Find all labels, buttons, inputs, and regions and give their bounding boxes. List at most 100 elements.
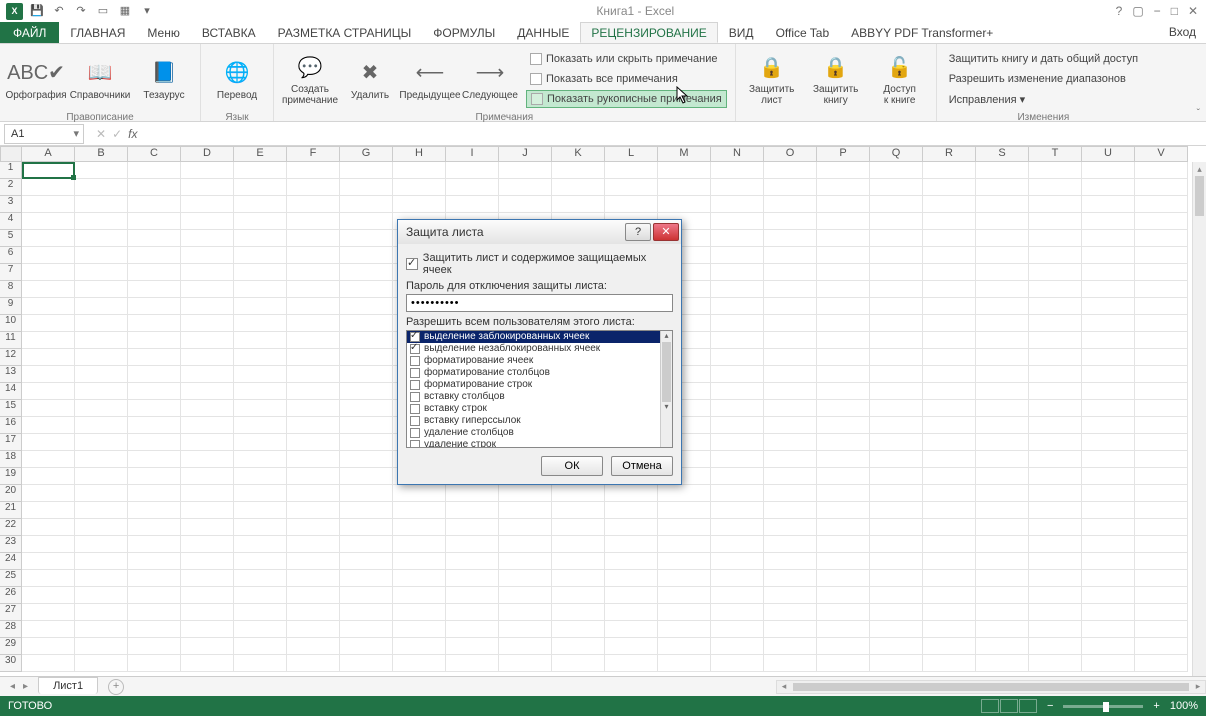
cell[interactable]: [658, 196, 711, 213]
cell[interactable]: [446, 196, 499, 213]
cell[interactable]: [976, 162, 1029, 179]
cell[interactable]: [923, 162, 976, 179]
cell[interactable]: [711, 570, 764, 587]
ribbon-toggle[interactable]: Показать или скрыть примечание: [526, 50, 727, 68]
row-header[interactable]: 19: [0, 468, 22, 485]
cell[interactable]: [1029, 570, 1082, 587]
login-link[interactable]: Вход: [1159, 22, 1206, 43]
cell[interactable]: [22, 162, 75, 179]
cell[interactable]: [22, 655, 75, 672]
scroll-left-icon[interactable]: ◂: [777, 681, 791, 693]
cell[interactable]: [870, 468, 923, 485]
cell[interactable]: [605, 655, 658, 672]
ribbon-toggle[interactable]: Показать рукописные примечания: [526, 90, 727, 108]
row-header[interactable]: 11: [0, 332, 22, 349]
cell[interactable]: [1135, 451, 1188, 468]
cell[interactable]: [870, 196, 923, 213]
cell[interactable]: [711, 621, 764, 638]
column-header[interactable]: A: [22, 146, 75, 162]
cell[interactable]: [1135, 298, 1188, 315]
zoom-in-icon[interactable]: +: [1153, 700, 1159, 712]
cell[interactable]: [658, 638, 711, 655]
cell[interactable]: [923, 536, 976, 553]
row-header[interactable]: 22: [0, 519, 22, 536]
ribbon-toggle[interactable]: Показать все примечания: [526, 70, 727, 88]
cell[interactable]: [499, 162, 552, 179]
cell[interactable]: [764, 417, 817, 434]
ribbon-button[interactable]: ⟵Предыдущее: [400, 48, 460, 110]
cell[interactable]: [817, 485, 870, 502]
cell[interactable]: [128, 179, 181, 196]
cell[interactable]: [128, 468, 181, 485]
row-header[interactable]: 7: [0, 264, 22, 281]
cell[interactable]: [764, 485, 817, 502]
cell[interactable]: [764, 400, 817, 417]
cell[interactable]: [234, 604, 287, 621]
cell[interactable]: [1029, 587, 1082, 604]
cell[interactable]: [817, 247, 870, 264]
cell[interactable]: [817, 332, 870, 349]
cell[interactable]: [764, 604, 817, 621]
permission-item[interactable]: вставку столбцов: [407, 391, 660, 403]
cell[interactable]: [711, 400, 764, 417]
cell[interactable]: [393, 179, 446, 196]
cell[interactable]: [75, 434, 128, 451]
list-scroll-thumb[interactable]: [662, 342, 671, 402]
cell[interactable]: [287, 315, 340, 332]
cell[interactable]: [817, 196, 870, 213]
cell[interactable]: [446, 655, 499, 672]
cell[interactable]: [75, 502, 128, 519]
cell[interactable]: [234, 247, 287, 264]
cell[interactable]: [923, 502, 976, 519]
cell[interactable]: [764, 502, 817, 519]
cell[interactable]: [817, 536, 870, 553]
cell[interactable]: [605, 502, 658, 519]
cell[interactable]: [605, 570, 658, 587]
cell[interactable]: [658, 536, 711, 553]
cell[interactable]: [234, 553, 287, 570]
cell[interactable]: [181, 536, 234, 553]
cell[interactable]: [1135, 162, 1188, 179]
cell[interactable]: [870, 417, 923, 434]
cell[interactable]: [923, 468, 976, 485]
cell[interactable]: [75, 230, 128, 247]
cell[interactable]: [923, 230, 976, 247]
cell[interactable]: [181, 621, 234, 638]
row-header[interactable]: 30: [0, 655, 22, 672]
cell[interactable]: [923, 179, 976, 196]
cell[interactable]: [1135, 400, 1188, 417]
cell[interactable]: [287, 196, 340, 213]
cell[interactable]: [234, 366, 287, 383]
tab-file[interactable]: ФАЙЛ: [0, 22, 59, 43]
column-header[interactable]: B: [75, 146, 128, 162]
cell[interactable]: [75, 451, 128, 468]
cell[interactable]: [1029, 451, 1082, 468]
cell[interactable]: [976, 621, 1029, 638]
cell[interactable]: [22, 383, 75, 400]
cell[interactable]: [976, 332, 1029, 349]
cell[interactable]: [711, 417, 764, 434]
cell[interactable]: [75, 400, 128, 417]
cell[interactable]: [817, 434, 870, 451]
cell[interactable]: [605, 536, 658, 553]
permissions-list[interactable]: выделение заблокированных ячееквыделение…: [406, 330, 673, 448]
cell[interactable]: [287, 519, 340, 536]
cell[interactable]: [817, 604, 870, 621]
cell[interactable]: [764, 621, 817, 638]
cell[interactable]: [1029, 638, 1082, 655]
cell[interactable]: [499, 536, 552, 553]
cell[interactable]: [658, 570, 711, 587]
cell[interactable]: [22, 298, 75, 315]
cell[interactable]: [1135, 485, 1188, 502]
cell[interactable]: [1135, 638, 1188, 655]
cell[interactable]: [75, 315, 128, 332]
cell[interactable]: [75, 621, 128, 638]
cell[interactable]: [393, 587, 446, 604]
cell[interactable]: [1082, 196, 1135, 213]
cell[interactable]: [75, 485, 128, 502]
cell[interactable]: [976, 587, 1029, 604]
cell[interactable]: [446, 179, 499, 196]
cell[interactable]: [499, 638, 552, 655]
cell[interactable]: [923, 434, 976, 451]
cell[interactable]: [287, 638, 340, 655]
